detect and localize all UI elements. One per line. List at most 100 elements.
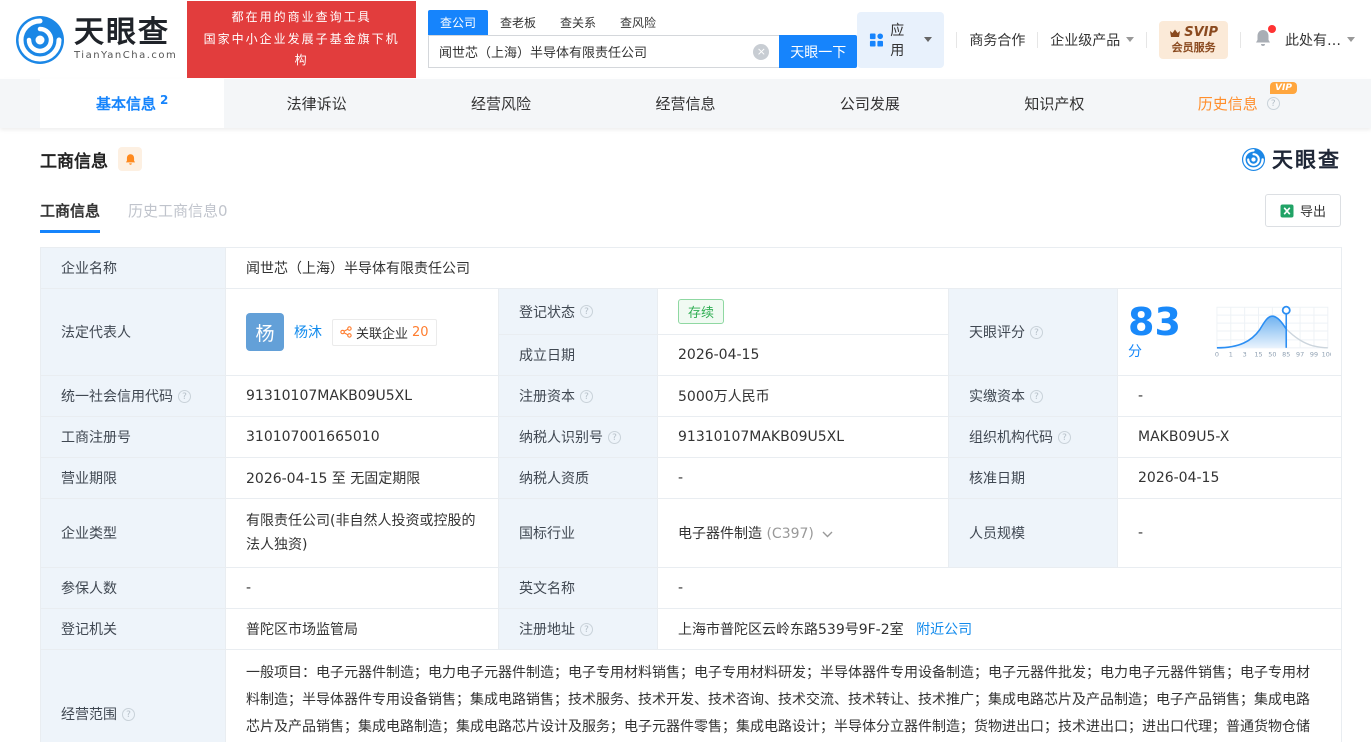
crown-icon [1170, 29, 1181, 37]
help-icon[interactable]: ? [580, 305, 593, 318]
network-icon [340, 326, 352, 338]
tianyancha-logo-icon [1241, 147, 1266, 171]
help-icon[interactable]: ? [580, 622, 593, 636]
tianyancha-logo-icon [16, 15, 64, 64]
company-nav-tabs: 基本信息 2 法律诉讼 经营风险 经营信息 公司发展 知识产权 VIP 历史信息… [0, 79, 1371, 128]
business-scope-value: 一般项目：电子元器件制造；电力电子元器件制造；电子专用材料销售；电子专用材料研发… [225, 649, 1342, 742]
field-label: 营业期限 [40, 457, 226, 499]
field-label: 企业类型 [40, 498, 226, 568]
notification-dot [1267, 24, 1276, 33]
help-icon[interactable]: ? [1030, 389, 1043, 403]
divider [1146, 31, 1148, 48]
staff-size-value: - [1117, 498, 1342, 568]
subscribe-bell-button[interactable] [118, 147, 142, 171]
svg-text:1: 1 [1229, 351, 1233, 359]
tab-history-info[interactable]: VIP 历史信息 ? [1147, 79, 1331, 128]
field-label: 法定代表人 [40, 288, 226, 376]
notification-bell[interactable] [1253, 24, 1276, 52]
score-marker-pin [1281, 305, 1291, 315]
field-label: 实缴资本 [969, 389, 1025, 405]
tab-operation-info[interactable]: 经营信息 [593, 79, 777, 128]
field-label: 工商注册号 [40, 416, 226, 458]
business-info-table: 企业名称 闻世芯（上海）半导体有限责任公司 法定代表人 杨 杨沐 关联企业 20… [40, 247, 1342, 742]
search-tab-risk[interactable]: 查风险 [608, 10, 668, 35]
brand-slogan: 都在用的商业查询工具 国家中小企业发展子基金旗下机构 [187, 1, 416, 78]
clear-icon[interactable]: × [753, 43, 770, 60]
apps-menu[interactable]: 应用 [857, 11, 945, 68]
industry-code: (C397) [766, 526, 814, 542]
field-label: 登记机关 [40, 608, 226, 650]
search-tab-boss[interactable]: 查老板 [488, 10, 548, 35]
search-tab-company[interactable]: 查公司 [427, 10, 488, 35]
help-icon[interactable]: ? [1030, 325, 1043, 339]
search-input-value: 闻世芯（上海）半导体有限责任公司 [438, 46, 647, 61]
score-unit: 分 [1128, 344, 1142, 360]
taxpayer-id-value: 91310107MAKB09U5XL [657, 416, 949, 458]
nearby-companies-link[interactable]: 附近公司 [916, 622, 972, 638]
field-label: 注册资本 [519, 389, 575, 405]
score-value: 83 [1128, 300, 1181, 344]
company-name-value: 闻世芯（上海）半导体有限责任公司 [225, 247, 1342, 289]
insured-count-value: - [225, 567, 499, 609]
field-label: 纳税人识别号 [519, 430, 603, 446]
english-name-value: - [657, 567, 1342, 609]
search-input[interactable]: 闻世芯（上海）半导体有限责任公司 × [427, 35, 780, 68]
field-label: 组织机构代码 [969, 430, 1053, 446]
reg-number-value: 310107001665010 [225, 416, 499, 458]
address-value: 上海市普陀区云岭东路539号9F-2室 [678, 622, 904, 638]
table-row: 登记机关 普陀区市场监管局 注册地址? 上海市普陀区云岭东路539号9F-2室 … [40, 608, 1342, 650]
tianyancha-logo[interactable]: 天眼查 TianYanCha.com [14, 14, 177, 66]
table-row: 营业期限 2026-04-15 至 无固定期限 纳税人资质 - 核准日期 202… [40, 457, 1342, 499]
search-button[interactable]: 天眼一下 [779, 35, 858, 68]
subtab-history-business-info[interactable]: 历史工商信息0 [128, 200, 228, 233]
score-distribution-chart: 0 1 3 15 50 85 97 99 100 [1215, 305, 1331, 359]
field-label: 登记状态 [519, 304, 575, 321]
section-title: 工商信息 [40, 151, 108, 172]
svg-text:0: 0 [1215, 351, 1219, 359]
vip-badge: VIP [1270, 82, 1297, 94]
taxpayer-quality-value: - [657, 457, 949, 499]
divider [956, 31, 958, 48]
tab-intellectual-property[interactable]: 知识产权 [962, 79, 1146, 128]
menu-business-cooperation[interactable]: 商务合作 [969, 30, 1025, 50]
help-icon[interactable]: ? [608, 430, 621, 444]
chevron-down-icon [1126, 37, 1135, 42]
help-icon[interactable]: ? [580, 389, 593, 403]
related-companies-badge[interactable]: 关联企业 20 [332, 318, 437, 346]
legal-rep-link[interactable]: 杨沐 [294, 322, 322, 342]
credit-code-value: 91310107MAKB09U5XL [225, 375, 499, 417]
subtab-business-info[interactable]: 工商信息 [40, 200, 101, 233]
tab-legal-litigation[interactable]: 法律诉讼 [224, 79, 408, 128]
export-button[interactable]: 导出 [1264, 194, 1341, 227]
field-label: 成立日期 [498, 334, 658, 376]
excel-icon [1280, 204, 1294, 217]
business-term-value: 2026-04-15 至 无固定期限 [225, 457, 499, 499]
svg-text:97: 97 [1296, 351, 1304, 359]
svg-text:50: 50 [1269, 351, 1277, 359]
tab-company-development[interactable]: 公司发展 [778, 79, 962, 128]
help-icon[interactable]: ? [1266, 97, 1280, 110]
menu-enterprise-product[interactable]: 企业级产品 [1050, 30, 1135, 50]
svg-text:85: 85 [1282, 351, 1290, 359]
user-menu[interactable]: 此处有… [1285, 30, 1355, 50]
chevron-down-icon [924, 37, 933, 42]
tianyan-score[interactable]: 83分 0 1 3 15 50 85 97 99 10 [1128, 303, 1331, 361]
approval-date-value: 2026-04-15 [1117, 457, 1342, 499]
svg-text:100: 100 [1322, 351, 1331, 359]
tab-basic-info[interactable]: 基本信息 2 [40, 79, 225, 128]
paid-capital-value: - [1117, 375, 1342, 417]
field-label: 国标行业 [498, 498, 658, 568]
help-icon[interactable]: ? [1058, 430, 1071, 444]
avatar[interactable]: 杨 [246, 313, 284, 351]
search-tab-relation[interactable]: 查关系 [548, 10, 608, 35]
field-label: 核准日期 [948, 457, 1118, 499]
chevron-down-icon[interactable] [822, 526, 833, 542]
field-label: 人员规模 [948, 498, 1118, 568]
svip-member-service[interactable]: SVIP 会员服务 [1159, 20, 1229, 59]
tab-operation-risk[interactable]: 经营风险 [409, 79, 593, 128]
help-icon[interactable]: ? [122, 707, 135, 721]
help-icon[interactable]: ? [178, 389, 191, 403]
table-row: 经营范围? 一般项目：电子元器件制造；电力电子元器件制造；电子专用材料销售；电子… [40, 649, 1342, 742]
field-label: 英文名称 [498, 567, 658, 609]
chevron-down-icon [1346, 37, 1355, 42]
